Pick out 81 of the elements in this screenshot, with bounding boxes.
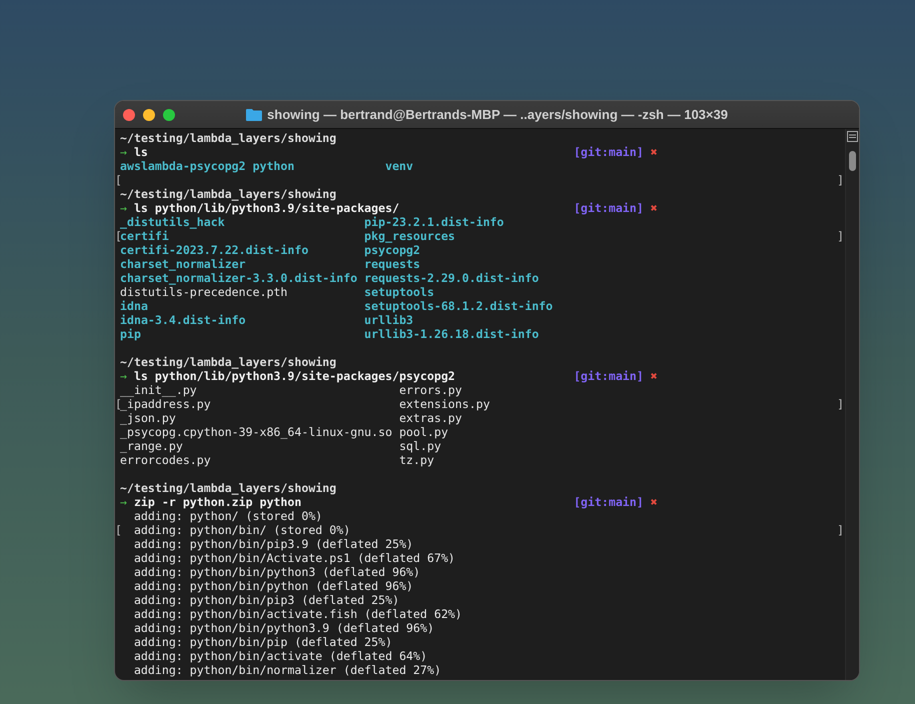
- directory-path: ~/testing/lambda_layers/showing: [120, 187, 336, 201]
- output-text: adding: python/bin/Activate.ps1 (deflated 67%): [132, 551, 456, 565]
- dirty-mark: ✖: [650, 369, 658, 383]
- directory-name: python: [252, 159, 294, 173]
- output-text: adding: python/bin/pip (deflated 25%): [132, 635, 392, 649]
- directory-name: setuptools-68.1.2.dist-info: [364, 299, 553, 313]
- directory-name: awslambda-psycopg2: [120, 159, 246, 173]
- output-text: adding: python/bin/python3 (deflated 96%): [132, 565, 420, 579]
- directory-name: pip: [120, 327, 141, 341]
- directory-name: setuptools: [364, 285, 434, 299]
- output-text: adding: python/bin/activate.fish (deflated 62%): [132, 607, 462, 621]
- line-mark: [: [115, 523, 122, 537]
- directory-name: idna-3.4.dist-info: [120, 313, 246, 327]
- file-name: _ipaddress.py: [120, 397, 211, 411]
- prompt-arrow: →: [120, 369, 127, 383]
- line-mark: [: [115, 229, 122, 243]
- directory-name: requests-2.29.0.dist-info: [364, 271, 539, 285]
- output-text: adding: python/ (stored 0%): [132, 509, 322, 523]
- git-branch-label: [git:main]: [574, 201, 644, 215]
- directory-name: venv: [385, 159, 414, 173]
- output-text: adding: python/bin/pip3.9 (deflated 25%): [132, 537, 414, 551]
- command-text: zip -r python.zip python: [134, 495, 302, 509]
- zoom-button[interactable]: [163, 109, 175, 121]
- output-text: adding: python/bin/normalizer (deflated 27%): [132, 663, 442, 677]
- dirty-mark: ✖: [650, 495, 658, 509]
- directory-path: ~/testing/lambda_layers/showing: [120, 355, 336, 369]
- directory-name: charset_normalizer-3.3.0.dist-info: [120, 271, 358, 285]
- file-name: extras.py: [399, 411, 462, 425]
- file-name: sql.py: [399, 439, 442, 453]
- line-mark: ]: [837, 229, 844, 243]
- scrollbar[interactable]: [845, 129, 859, 680]
- directory-name: pip-23.2.1.dist-info: [364, 215, 504, 229]
- file-name: __init__.py: [120, 383, 197, 397]
- dirty-mark: ✖: [650, 201, 658, 215]
- window-title: showing — bertrand@Bertrands-MBP — ..ayers/showing — -zsh — 103×39: [267, 106, 728, 124]
- output-text: adding: python/bin/python3.9 (deflated 96%): [132, 621, 434, 635]
- command-text: ls python/lib/python3.9/site-packages/: [134, 201, 400, 215]
- file-name: errors.py: [399, 383, 462, 397]
- command-text: ls: [134, 145, 148, 159]
- prompt-arrow: →: [120, 201, 127, 215]
- output-text: adding: python/bin/python (deflated 96%): [132, 579, 414, 593]
- output-text: adding: python/bin/activate (deflated 64%): [132, 649, 428, 663]
- directory-name: idna: [120, 299, 148, 313]
- output-text: adding: python/bin/ (stored 0%): [132, 523, 350, 537]
- command-text: ls python/lib/python3.9/site-packages/psycopg2: [134, 369, 456, 383]
- line-mark: [: [115, 173, 122, 187]
- file-name: pool.py: [399, 425, 448, 439]
- directory-path: ~/testing/lambda_layers/showing: [120, 131, 336, 145]
- prompt-arrow: →: [120, 495, 127, 509]
- directory-name: urllib3-1.26.18.dist-info: [364, 327, 539, 341]
- file-name: tz.py: [399, 453, 434, 467]
- directory-name: _distutils_hack: [120, 215, 225, 229]
- directory-name: pkg_resources: [364, 229, 456, 243]
- folder-icon: [246, 108, 262, 121]
- git-branch-label: [git:main]: [574, 145, 644, 159]
- prompt-arrow: →: [120, 145, 127, 159]
- line-mark: ]: [837, 397, 844, 411]
- file-name: _range.py: [120, 439, 183, 453]
- file-name: _json.py: [120, 411, 176, 425]
- directory-name: certifi: [120, 229, 169, 243]
- close-button[interactable]: [123, 109, 135, 121]
- minimize-button[interactable]: [143, 109, 155, 121]
- directory-name: urllib3: [364, 313, 414, 327]
- line-mark: ]: [837, 523, 844, 537]
- directory-name: charset_normalizer: [120, 257, 246, 271]
- output-text: adding: python/bin/pip3 (deflated 25%): [132, 593, 400, 607]
- git-branch-label: [git:main]: [574, 369, 644, 383]
- file-name: _psycopg.cpython-39-x86_64-linux-gnu.so: [120, 425, 392, 439]
- split-pane-icon[interactable]: [847, 131, 858, 142]
- scrollbar-thumb[interactable]: [849, 151, 856, 171]
- directory-name: requests: [364, 257, 420, 271]
- directory-path: ~/testing/lambda_layers/showing: [120, 481, 336, 495]
- file-name: extensions.py: [399, 397, 490, 411]
- file-name: distutils-precedence.pth: [120, 285, 288, 299]
- line-mark: [: [115, 397, 122, 411]
- line-mark: ]: [837, 173, 844, 187]
- directory-name: certifi-2023.7.22.dist-info: [120, 243, 308, 257]
- git-branch-label: [git:main]: [574, 495, 644, 509]
- directory-name: psycopg2: [364, 243, 420, 257]
- file-name: errorcodes.py: [120, 453, 211, 467]
- dirty-mark: ✖: [650, 145, 658, 159]
